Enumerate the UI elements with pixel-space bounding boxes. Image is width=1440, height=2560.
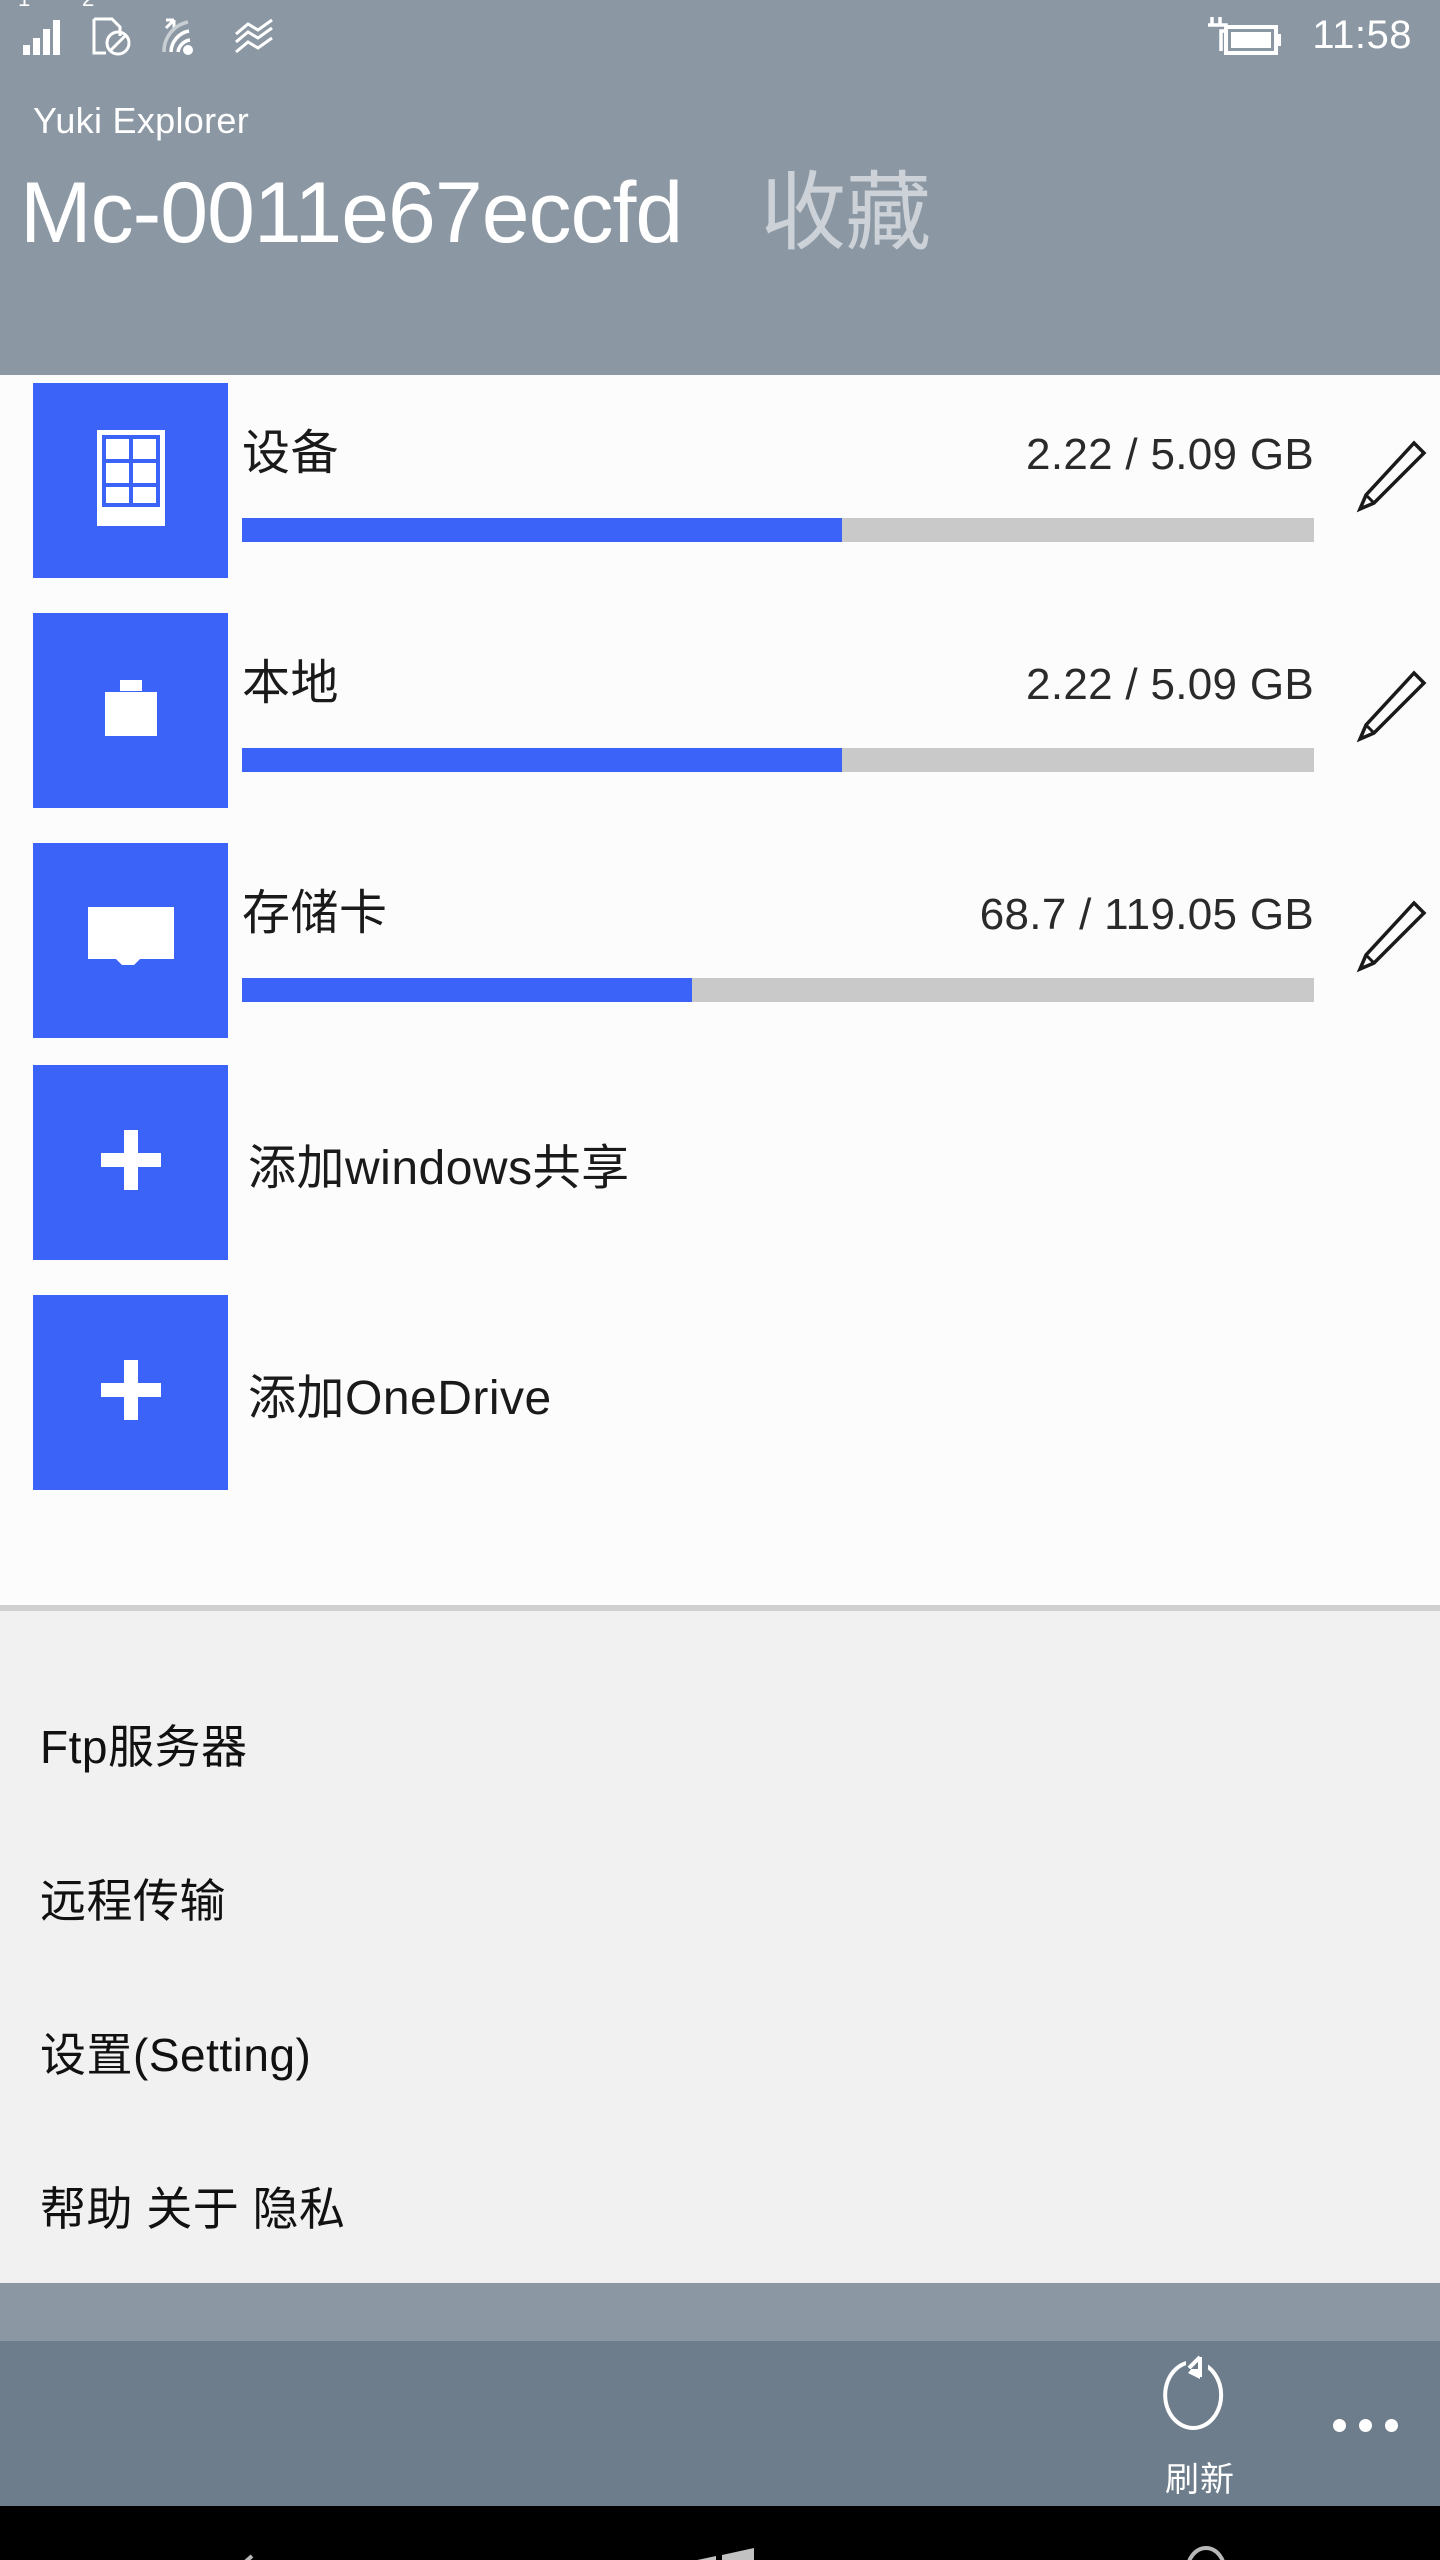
app-title: Yuki Explorer <box>33 100 249 141</box>
phone-screen: 1 2 <box>0 0 1440 2560</box>
drive-name: 本地 <box>242 657 340 710</box>
plus-icon <box>91 1350 171 1435</box>
ellipsis-dot <box>1384 2419 1398 2432</box>
drive-edit-button[interactable] <box>1344 661 1434 751</box>
back-arrow-icon <box>202 2548 278 2560</box>
drive-edit-button[interactable] <box>1344 891 1434 981</box>
battery-charging-icon <box>1200 13 1286 59</box>
nav-back-button[interactable] <box>120 2506 360 2560</box>
refresh-label: 刷新 <box>1165 2461 1235 2499</box>
sim1-label: 1 <box>18 0 30 10</box>
pivot-item-device[interactable]: Mc-0011e67eccfd <box>20 170 683 256</box>
drive-row-local[interactable]: 本地 2.22 / 5.09 GB <box>0 605 1440 835</box>
drive-size: 2.22 / 5.09 GB <box>1026 430 1314 479</box>
drive-usage-bar <box>242 978 1314 1002</box>
refresh-button[interactable]: 刷新 <box>1110 2341 1290 2501</box>
menu-item-ftp-server[interactable]: Ftp服务器 <box>0 1667 1440 1821</box>
wifi-icon <box>158 16 206 56</box>
briefcase-folder-icon <box>91 668 171 753</box>
plus-icon <box>91 1120 171 1205</box>
drive-size: 2.22 / 5.09 GB <box>1026 660 1314 709</box>
search-icon <box>1160 2544 1240 2560</box>
ellipsis-icon <box>1332 2419 1398 2432</box>
drive-tile-sdcard[interactable] <box>33 843 228 1038</box>
data-transfer-icon <box>232 18 278 56</box>
drive-body-device: 设备 2.22 / 5.09 GB <box>242 383 1440 578</box>
add-onedrive-row[interactable]: 添加OneDrive <box>0 1295 1440 1490</box>
page-header: Yuki Explorer Mc-0011e67eccfd 收藏 <box>0 72 1440 375</box>
windows-start-icon <box>680 2544 760 2560</box>
add-windows-share-row[interactable]: 添加windows共享 <box>0 1065 1440 1260</box>
cellular-signal-icon: 1 <box>18 0 64 56</box>
pivot-header: Mc-0011e67eccfd 收藏 <box>0 142 1440 256</box>
drive-row-sdcard[interactable]: 存储卡 68.7 / 119.05 GB <box>0 835 1440 1065</box>
nav-start-button[interactable] <box>600 2506 840 2560</box>
sim2-label: 2 <box>82 0 94 10</box>
pencil-edit-icon <box>1344 670 1434 755</box>
menu-panel: Ftp服务器 远程传输 设置(Setting) 帮助 关于 隐私 <box>0 1605 1440 2283</box>
pivot-item-favorites[interactable]: 收藏 <box>760 170 931 256</box>
app-bar: 刷新 <box>0 2341 1440 2506</box>
drive-row-device[interactable]: 设备 2.22 / 5.09 GB <box>0 375 1440 605</box>
pencil-edit-icon <box>1344 440 1434 525</box>
nav-search-button[interactable] <box>1080 2506 1320 2560</box>
add-windows-share-tile[interactable] <box>33 1065 228 1260</box>
drive-usage-bar <box>242 748 1314 772</box>
ellipsis-dot <box>1332 2419 1346 2432</box>
drive-usage-bar <box>242 518 1314 542</box>
drive-body-local: 本地 2.22 / 5.09 GB <box>242 613 1440 808</box>
add-windows-share-label: 添加windows共享 <box>248 1141 630 1195</box>
system-navigation-bar: Dospy 诺亚 方舟 <box>0 2506 1440 2560</box>
drive-tile-local[interactable] <box>33 613 228 808</box>
drive-size: 68.7 / 119.05 GB <box>979 890 1314 939</box>
refresh-icon <box>1160 2353 1240 2440</box>
sd-card-icon <box>84 903 178 978</box>
menu-item-help-about-privacy[interactable]: 帮助 关于 隐私 <box>0 2129 1440 2283</box>
status-bar-clock: 11:58 <box>1312 13 1412 57</box>
add-onedrive-label: 添加OneDrive <box>248 1371 552 1425</box>
no-sim-card-icon: 2 <box>82 0 132 56</box>
drive-edit-button[interactable] <box>1344 431 1434 521</box>
drive-usage-fill <box>242 978 693 1002</box>
status-bar-left-icons: 1 2 <box>18 0 278 56</box>
pencil-edit-icon <box>1344 900 1434 985</box>
menu-item-settings[interactable]: 设置(Setting) <box>0 1975 1440 2129</box>
drive-name: 设备 <box>242 427 340 480</box>
ellipsis-dot <box>1358 2419 1372 2432</box>
phone-device-icon <box>96 429 166 532</box>
appbar-spacer <box>0 2283 1440 2341</box>
drive-body-sdcard: 存储卡 68.7 / 119.05 GB <box>242 843 1440 1038</box>
drive-usage-fill <box>242 748 843 772</box>
status-bar-right-icons: 11:58 <box>1200 13 1412 59</box>
menu-item-remote-transfer[interactable]: 远程传输 <box>0 1821 1440 1975</box>
drive-usage-fill <box>242 518 843 542</box>
more-options-button[interactable] <box>1290 2341 1440 2432</box>
drive-list[interactable]: 设备 2.22 / 5.09 GB 本地 2.22 / 5.09 GB 存储卡 … <box>0 375 1440 1605</box>
status-bar: 1 2 <box>0 0 1440 72</box>
drive-tile-device[interactable] <box>33 383 228 578</box>
add-onedrive-tile[interactable] <box>33 1295 228 1490</box>
drive-name: 存储卡 <box>242 887 388 940</box>
